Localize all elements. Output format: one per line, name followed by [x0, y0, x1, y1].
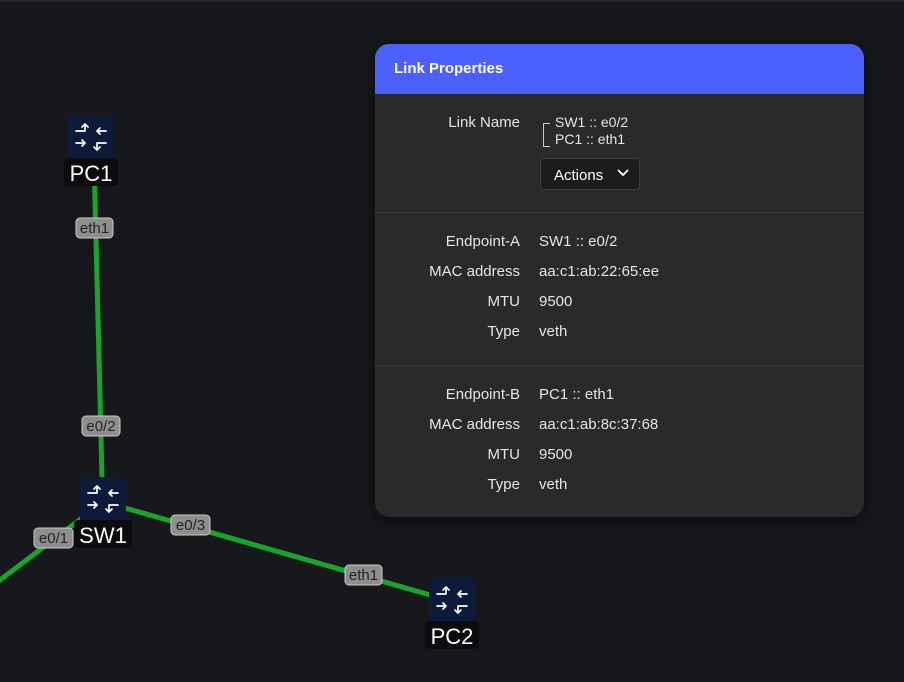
node-label-pc1: PC1	[70, 161, 113, 186]
mtu-value: 9500	[539, 446, 573, 463]
mtu-label: MTU	[487, 446, 521, 463]
svg-text:e0/1: e0/1	[39, 530, 68, 547]
endpoint-b-mtu-row: MTU 9500	[375, 446, 864, 476]
link-name-label: Link Name	[448, 114, 520, 131]
link-name-section: Link Name SW1 :: e0/2 PC1 :: eth1 Action…	[375, 94, 864, 213]
mac-address-value: aa:c1:ab:8c:37:68	[539, 416, 659, 433]
port-label-sw1-e0-1[interactable]: e0/1	[33, 527, 74, 549]
endpoint-b-section: Endpoint-B PC1 :: eth1 MAC address aa:c1…	[375, 366, 864, 517]
endpoint-b-value: PC1 :: eth1	[539, 386, 615, 403]
endpoint-a-section: Endpoint-A SW1 :: e0/2 MAC address aa:c1…	[375, 213, 864, 366]
actions-dropdown-button[interactable]: Actions	[540, 158, 640, 190]
svg-text:e0/3: e0/3	[176, 517, 205, 534]
endpoint-a-mac-row: MAC address aa:c1:ab:22:65:ee	[375, 263, 864, 293]
type-label: Type	[487, 323, 520, 340]
mtu-value: 9500	[539, 293, 573, 310]
link-name-endpoint-b: PC1 :: eth1	[555, 131, 626, 147]
svg-text:eth1: eth1	[349, 567, 378, 584]
port-label-sw1-e0-3[interactable]: e0/3	[170, 514, 211, 536]
mac-address-label: MAC address	[429, 263, 520, 280]
endpoint-b-type-row: Type veth	[375, 476, 864, 506]
endpoint-a-row: Endpoint-A SW1 :: e0/2	[375, 233, 864, 263]
endpoint-b-mac-row: MAC address aa:c1:ab:8c:37:68	[375, 416, 864, 446]
node-label-pc2: PC2	[431, 624, 474, 649]
mac-address-value: aa:c1:ab:22:65:ee	[539, 263, 660, 280]
endpoint-a-type-row: Type veth	[375, 323, 864, 353]
type-label: Type	[487, 476, 520, 493]
link-name-bracket	[543, 123, 550, 147]
type-value: veth	[539, 323, 568, 340]
panel-title[interactable]: Link Properties	[375, 44, 864, 94]
chevron-down-icon	[617, 169, 629, 176]
endpoint-a-label: Endpoint-A	[445, 233, 520, 250]
endpoint-a-mtu-row: MTU 9500	[375, 293, 864, 323]
mtu-label: MTU	[487, 293, 521, 310]
endpoint-b-row: Endpoint-B PC1 :: eth1	[375, 386, 864, 416]
type-value: veth	[539, 476, 568, 493]
node-pc1[interactable]: PC1	[64, 115, 118, 186]
port-label-pc2-eth1[interactable]: eth1	[344, 564, 383, 586]
svg-text:e0/2: e0/2	[86, 418, 115, 435]
endpoint-a-value: SW1 :: e0/2	[539, 233, 618, 250]
node-sw1[interactable]: SW1	[74, 477, 132, 548]
link-properties-panel[interactable]: Link Properties Link Name SW1 :: e0/2 PC…	[375, 44, 864, 517]
svg-text:eth1: eth1	[80, 220, 109, 237]
link-name-endpoint-a: SW1 :: e0/2	[555, 114, 629, 130]
endpoint-b-label: Endpoint-B	[445, 386, 520, 403]
mac-address-label: MAC address	[429, 416, 520, 433]
port-label-pc1-eth1[interactable]: eth1	[75, 217, 114, 239]
node-label-sw1: SW1	[79, 523, 127, 548]
actions-label: Actions	[554, 167, 604, 184]
node-pc2[interactable]: PC2	[425, 578, 479, 649]
port-label-sw1-e0-2[interactable]: e0/2	[81, 415, 121, 437]
